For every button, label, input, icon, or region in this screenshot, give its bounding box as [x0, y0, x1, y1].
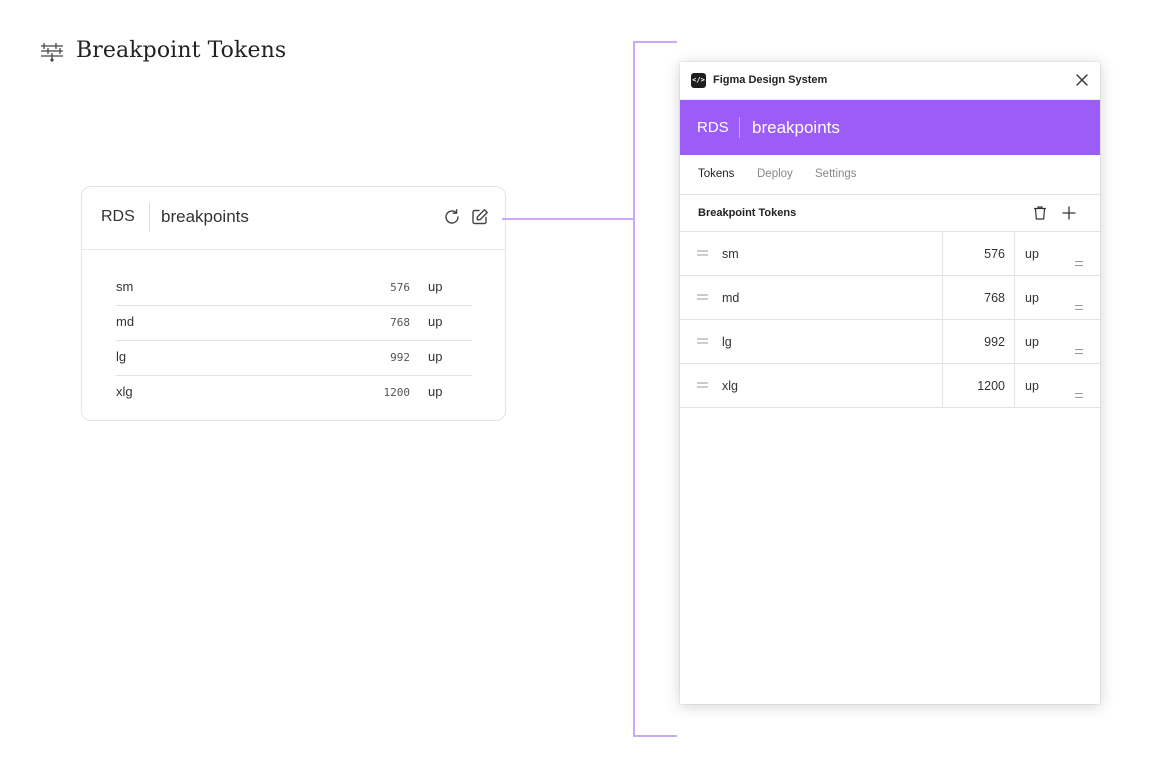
- token-name: xlg: [116, 384, 133, 399]
- plugin-header: RDS breakpoints: [680, 100, 1100, 155]
- drag-handle-icon[interactable]: [697, 337, 708, 345]
- page-title: Breakpoint Tokens: [40, 38, 286, 63]
- table-row: xlg 1200 up: [680, 364, 1100, 408]
- card-row: xlg 1200 up: [116, 376, 472, 410]
- select-caret-icon[interactable]: [1075, 349, 1083, 354]
- token-name: sm: [116, 279, 134, 294]
- token-name-field[interactable]: md: [722, 291, 739, 305]
- select-caret-icon[interactable]: [1075, 393, 1083, 398]
- token-value-field[interactable]: 992: [942, 320, 1015, 363]
- card-divider: [149, 203, 150, 232]
- token-value: 576: [984, 247, 1005, 261]
- token-unit-field[interactable]: up: [1025, 379, 1039, 393]
- plugin-titlebar: </> Figma Design System: [680, 62, 1100, 100]
- token-name-field[interactable]: lg: [722, 335, 732, 349]
- token-unit-field[interactable]: up: [1025, 291, 1039, 305]
- plugin-window: </> Figma Design System RDS breakpoints …: [680, 62, 1100, 704]
- header-brand: RDS: [697, 119, 729, 136]
- token-unit: up: [428, 384, 443, 399]
- table-row: md 768 up: [680, 276, 1100, 320]
- tab-settings[interactable]: Settings: [815, 168, 857, 180]
- table-row: lg 992 up: [680, 320, 1100, 364]
- token-value-field[interactable]: 768: [942, 276, 1015, 319]
- bracket-top: [633, 41, 677, 43]
- bracket-line: [633, 41, 635, 737]
- card-brand: RDS: [101, 208, 135, 225]
- token-value-field[interactable]: 576: [942, 232, 1015, 275]
- edit-icon[interactable]: [471, 208, 489, 226]
- tab-tokens[interactable]: Tokens: [698, 168, 734, 180]
- connector-line: [502, 218, 634, 220]
- token-value-field[interactable]: 1200: [942, 364, 1015, 407]
- token-name-field[interactable]: xlg: [722, 379, 738, 393]
- token-name: lg: [116, 349, 127, 364]
- token-name: md: [116, 314, 135, 329]
- tab-bar: Tokens Deploy Settings: [680, 155, 1100, 195]
- sliders-icon: [41, 42, 63, 62]
- bracket-bottom: [633, 735, 677, 737]
- token-unit-field[interactable]: up: [1025, 247, 1039, 261]
- close-icon[interactable]: [1075, 73, 1089, 87]
- token-unit: up: [428, 349, 443, 364]
- section-header: Breakpoint Tokens: [680, 195, 1100, 232]
- select-caret-icon[interactable]: [1075, 261, 1083, 266]
- card-row: md 768 up: [116, 306, 472, 341]
- card-token-set: breakpoints: [161, 207, 249, 226]
- token-value: 768: [984, 291, 1005, 305]
- token-value: 576: [390, 281, 410, 294]
- drag-handle-icon[interactable]: [697, 381, 708, 389]
- card-row: sm 576 up: [116, 271, 472, 306]
- refresh-icon[interactable]: [443, 208, 461, 226]
- token-value: 768: [390, 316, 410, 329]
- token-card: RDS breakpoints sm 576 up md 768 up lg 9…: [81, 186, 506, 421]
- token-unit: up: [428, 314, 443, 329]
- token-value: 992: [390, 351, 410, 364]
- token-value: 992: [984, 335, 1005, 349]
- card-row: lg 992 up: [116, 341, 472, 376]
- window-title: Figma Design System: [713, 74, 828, 86]
- header-divider: [739, 117, 740, 138]
- drag-handle-icon[interactable]: [697, 293, 708, 301]
- token-name-field[interactable]: sm: [722, 247, 739, 261]
- card-token-list: sm 576 up md 768 up lg 992 up xlg 1200 u…: [116, 271, 472, 410]
- section-title: Breakpoint Tokens: [698, 207, 797, 219]
- token-unit: up: [428, 279, 443, 294]
- trash-icon[interactable]: [1032, 205, 1048, 221]
- select-caret-icon[interactable]: [1075, 305, 1083, 310]
- plus-icon[interactable]: [1061, 205, 1077, 221]
- page-title-text: Breakpoint Tokens: [76, 38, 287, 63]
- drag-handle-icon[interactable]: [697, 249, 708, 257]
- logo-glyph: </>: [692, 76, 705, 84]
- code-icon: </>: [691, 73, 706, 88]
- header-token-set: breakpoints: [752, 118, 840, 137]
- token-value: 1200: [977, 379, 1005, 393]
- token-unit-field[interactable]: up: [1025, 335, 1039, 349]
- tab-deploy[interactable]: Deploy: [757, 168, 793, 180]
- token-value: 1200: [383, 386, 411, 399]
- card-header: RDS breakpoints: [82, 187, 505, 250]
- table-row: sm 576 up: [680, 232, 1100, 276]
